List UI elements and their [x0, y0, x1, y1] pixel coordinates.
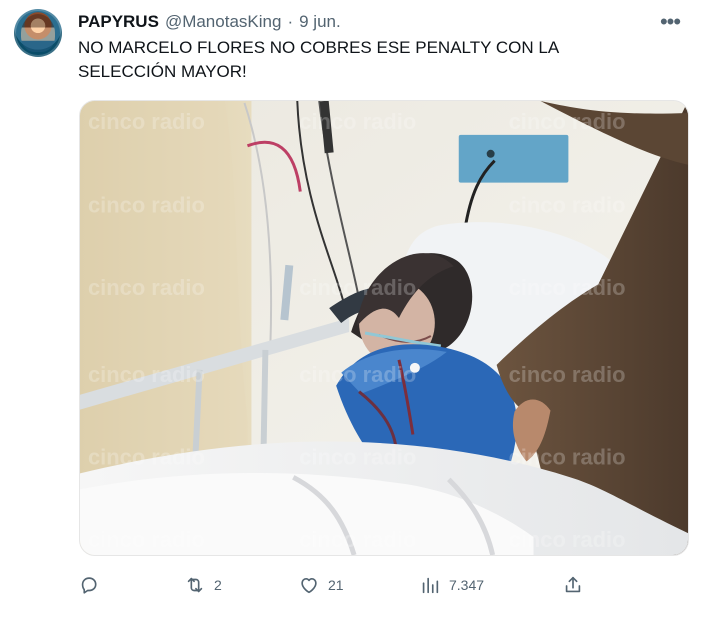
watermark-top-center: cinco radio	[299, 109, 416, 134]
header-separator: ·	[287, 12, 294, 31]
watermark-top-left: cinco radio	[88, 109, 205, 134]
share-button[interactable]	[562, 570, 584, 600]
watermark-top-right: cinco radio	[509, 109, 626, 134]
watermark-bottom-left: cinco radio	[88, 527, 205, 552]
tweet-text: NO MARCELO FLORES NO COBRES ESE PENALTY …	[78, 38, 559, 81]
views-count: 7.347	[449, 577, 485, 593]
views-bar-chart-icon	[422, 577, 439, 594]
watermark-row-4-right: cinco radio	[509, 362, 626, 387]
retweet-button[interactable]: 2	[184, 570, 222, 600]
more-horizontal-icon: •••	[659, 9, 681, 34]
watermark-row-3-left: cinco radio	[88, 275, 205, 300]
tweet-header: PAPYRUS @ManotasKing · 9 jun.	[78, 10, 341, 34]
watermark-row-2-right: cinco radio	[509, 193, 626, 218]
reply-icon	[81, 577, 97, 594]
watermark-row-3-center: cinco radio	[299, 275, 416, 300]
author-name[interactable]: PAPYRUS	[78, 12, 159, 32]
watermark-bottom-center: cinco radio	[299, 527, 416, 552]
author-handle[interactable]: @ManotasKing	[165, 12, 282, 32]
tweet-media-image[interactable]: cinco radio cinco radio cinco radio cinc…	[79, 100, 689, 556]
retweet-icon	[187, 577, 203, 593]
author-avatar[interactable]	[14, 9, 62, 57]
watermark-row-4-center: cinco radio	[299, 362, 416, 387]
retweet-count: 2	[214, 577, 222, 593]
watermark-row-5-right: cinco radio	[509, 444, 626, 469]
watermark-row-2-left: cinco radio	[88, 193, 205, 218]
watermark-row-4-left: cinco radio	[88, 362, 205, 387]
share-upload-icon	[565, 576, 581, 593]
tweet-actions: 2 21 7.347	[78, 570, 598, 600]
hospital-photo: cinco radio cinco radio cinco radio cinc…	[80, 101, 688, 555]
heart-icon	[301, 578, 317, 594]
watermark-row-5-left: cinco radio	[88, 444, 205, 469]
more-button[interactable]: •••	[657, 9, 683, 35]
tweet-date[interactable]: 9 jun.	[299, 12, 341, 32]
like-button[interactable]: 21	[298, 570, 344, 600]
like-count: 21	[328, 577, 344, 593]
reply-button[interactable]	[78, 570, 108, 600]
views-button[interactable]: 7.347	[419, 570, 484, 600]
tweet-card[interactable]: PAPYRUS @ManotasKing · 9 jun. ••• NO MAR…	[0, 0, 705, 620]
watermark-row-3-right: cinco radio	[509, 275, 626, 300]
watermark-bottom-right: cinco radio	[509, 527, 626, 552]
watermark-row-5-center: cinco radio	[299, 444, 416, 469]
